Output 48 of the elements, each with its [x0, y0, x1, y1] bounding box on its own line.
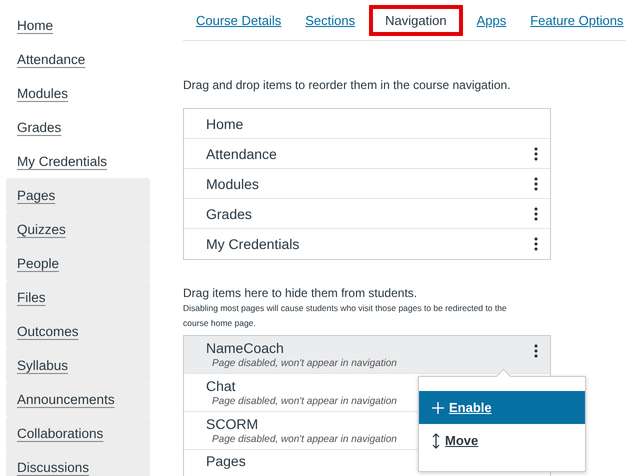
nav-item-row[interactable]: Attendance [184, 139, 550, 169]
more-options-icon[interactable] [534, 146, 538, 160]
nav-item-label: Home [206, 116, 244, 132]
settings-tab[interactable]: Navigation [369, 4, 463, 36]
nav-item-row[interactable]: Grades [184, 199, 550, 229]
menu-item[interactable]: Enable [419, 391, 585, 424]
nav-item-label: SCORM [206, 417, 260, 432]
nav-item-label: Chat [206, 379, 237, 394]
sidebar-link[interactable]: People [17, 256, 60, 270]
more-options-icon[interactable] [534, 344, 538, 358]
hidden-instructions-text: Drag items here to hide them from students. [183, 286, 418, 300]
nav-item-label: Grades [206, 206, 252, 222]
settings-tab[interactable]: Feature Options [518, 12, 626, 28]
menu-item[interactable]: Move [419, 424, 585, 457]
settings-tab[interactable]: Sections [293, 12, 368, 28]
status-text: Page disabled, won't appear in navigation [211, 433, 397, 447]
status-text: Page disabled, won't appear in navigation [211, 357, 397, 371]
more-options-icon[interactable] [534, 176, 538, 190]
nav-item-label: Attendance [206, 146, 277, 162]
plus-icon [431, 400, 445, 414]
sidebar-link[interactable]: Announcements [17, 392, 115, 406]
sidebar-link[interactable]: Files [17, 290, 46, 304]
warning-note: Disabling most pages will cause students who visit those pages to be redirected to the course home page. [183, 302, 508, 330]
nav-item-row[interactable]: My Credentials [184, 229, 550, 259]
settings-tab[interactable]: Course Details [183, 12, 294, 28]
more-options-icon[interactable] [534, 237, 538, 251]
nav-item-label: My Credentials [206, 236, 300, 252]
settings-tab[interactable]: Apps [464, 12, 518, 28]
vertical-arrows-icon [431, 432, 441, 448]
sidebar-link[interactable]: Home [17, 18, 54, 32]
nav-item-label: Modules [206, 176, 259, 192]
sidebar-link[interactable]: Discussions [17, 460, 90, 474]
sidebar-link[interactable]: Modules [17, 86, 68, 100]
instructions-text: Drag and drop items to reorder them in the course navigation. [183, 78, 512, 92]
sidebar-link[interactable]: My Credentials [17, 154, 108, 168]
more-options-icon[interactable] [534, 206, 538, 220]
nav-item-label: Pages [206, 454, 246, 469]
nav-item-label: NameCoach [206, 341, 285, 356]
sidebar-link[interactable]: Attendance [17, 52, 86, 66]
sidebar-link[interactable]: Syllabus [17, 358, 68, 372]
nav-item-row[interactable]: Home [184, 109, 550, 139]
sidebar-link[interactable]: Quizzes [17, 222, 66, 236]
status-text: Page disabled, won't appear in navigation [211, 395, 397, 409]
sidebar-link[interactable]: Pages [17, 188, 56, 202]
sidebar-link[interactable]: Outcomes [17, 324, 79, 338]
sidebar-link[interactable]: Grades [17, 120, 62, 134]
nav-item-row[interactable]: Modules [184, 169, 550, 199]
sidebar-link[interactable]: Collaborations [17, 426, 104, 440]
